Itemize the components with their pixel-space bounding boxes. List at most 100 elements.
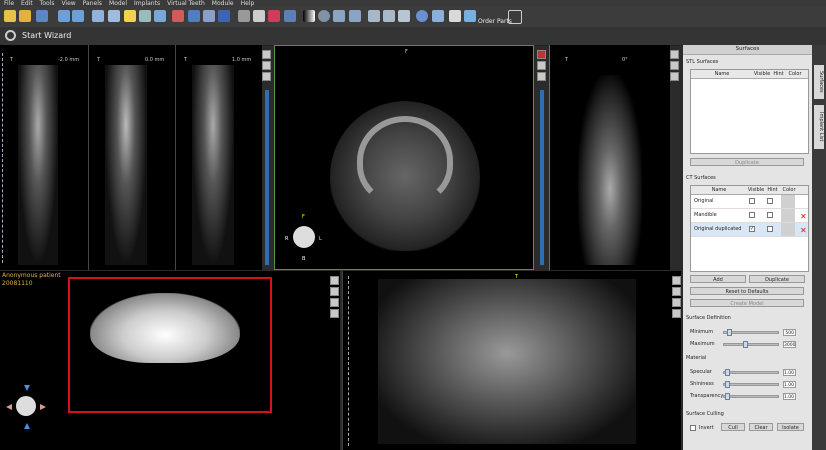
- view-option-button[interactable]: [330, 298, 339, 307]
- view-option-button[interactable]: [537, 72, 546, 81]
- fullscreen-icon[interactable]: [508, 10, 522, 24]
- view-option-button[interactable]: [262, 72, 271, 81]
- transparency-slider[interactable]: [723, 395, 779, 398]
- reset-defaults-button[interactable]: Reset to Defaults: [690, 287, 804, 295]
- isolate-button[interactable]: Isolate: [777, 423, 804, 431]
- visible-checkbox[interactable]: [749, 212, 755, 218]
- measure-angle-icon[interactable]: [368, 10, 380, 22]
- grid-icon[interactable]: [108, 10, 120, 22]
- cross-section-view-2[interactable]: T 0.0 mm: [89, 45, 176, 270]
- new-file-icon[interactable]: [4, 10, 16, 22]
- menu-model[interactable]: Model: [109, 0, 127, 7]
- contrast-icon[interactable]: [303, 10, 315, 22]
- view-option-button[interactable]: [330, 276, 339, 285]
- create-model-button[interactable]: Create Model: [690, 299, 804, 307]
- rotate-icon[interactable]: [318, 10, 330, 22]
- view-option-button[interactable]: [537, 61, 546, 70]
- delete-mandible-icon[interactable]: ✕: [800, 212, 807, 221]
- cross-section-view-1[interactable]: T -2.0 mm: [0, 45, 89, 270]
- cross-section-view-3[interactable]: T 1.0 mm: [176, 45, 262, 270]
- cross-view-scrollbar[interactable]: [265, 90, 269, 265]
- add-button[interactable]: Add: [690, 275, 746, 283]
- view-icon[interactable]: [238, 10, 250, 22]
- menu-edit[interactable]: Edit: [21, 0, 33, 7]
- undo-icon[interactable]: [58, 10, 70, 22]
- view-option-button[interactable]: [672, 298, 681, 307]
- color-swatch[interactable]: [781, 209, 795, 222]
- measure-distance-icon[interactable]: [383, 10, 395, 22]
- implant-icon[interactable]: [284, 10, 296, 22]
- maximum-slider[interactable]: [723, 343, 779, 346]
- transparency-value-field[interactable]: 1.00: [783, 393, 796, 400]
- view-option-button[interactable]: [262, 50, 271, 59]
- notes-icon[interactable]: [124, 10, 136, 22]
- menu-help[interactable]: Help: [241, 0, 255, 7]
- arrow-right-icon[interactable]: [40, 404, 46, 410]
- nerve-n-icon[interactable]: [268, 10, 280, 22]
- specular-slider[interactable]: [723, 371, 779, 374]
- zoom-icon[interactable]: [139, 10, 151, 22]
- specular-slider-thumb[interactable]: [725, 369, 730, 376]
- order-parts-label[interactable]: Order Parts: [478, 18, 512, 25]
- hint-checkbox[interactable]: [767, 212, 773, 218]
- axial-view-scrollbar[interactable]: [540, 90, 544, 265]
- maximum-slider-thumb[interactable]: [743, 341, 748, 348]
- view-option-button[interactable]: [672, 287, 681, 296]
- menu-implants[interactable]: Implants: [134, 0, 160, 7]
- view-option-button[interactable]: [672, 276, 681, 285]
- pan-points-icon[interactable]: [203, 10, 215, 22]
- markers-icon[interactable]: [218, 10, 230, 22]
- shininess-slider[interactable]: [723, 383, 779, 386]
- sky-icon[interactable]: [449, 10, 461, 22]
- duplicate-button[interactable]: Duplicate: [749, 275, 805, 283]
- ct-row-original[interactable]: Original: [691, 195, 808, 209]
- view-option-button[interactable]: [330, 309, 339, 318]
- ct-row-original-duplicated[interactable]: Original duplicated ✓: [691, 223, 808, 237]
- clear-button[interactable]: Clear: [749, 423, 773, 431]
- view-option-button[interactable]: [672, 309, 681, 318]
- view-option-button[interactable]: [537, 50, 546, 59]
- coronal-view[interactable]: T 0°: [549, 45, 670, 270]
- open-folder-icon[interactable]: [19, 10, 31, 22]
- tab-implant-list[interactable]: Implant List: [814, 105, 824, 149]
- power-icon[interactable]: [5, 30, 16, 41]
- transparency-slider-thumb[interactable]: [725, 393, 730, 400]
- axial-view[interactable]: F F R L B: [274, 45, 534, 270]
- layout-icon[interactable]: [92, 10, 104, 22]
- visible-checkbox-checked[interactable]: ✓: [749, 226, 755, 232]
- view-option-button[interactable]: [670, 72, 679, 81]
- nerve-icon[interactable]: [188, 10, 200, 22]
- ct-row-mandible[interactable]: Mandible: [691, 209, 808, 223]
- invert-checkbox[interactable]: [690, 425, 696, 431]
- start-wizard-button[interactable]: Start Wizard: [22, 31, 71, 40]
- menu-virtual-teeth[interactable]: Virtual Teeth: [167, 0, 205, 7]
- color-swatch[interactable]: [781, 223, 795, 236]
- draw-icon[interactable]: [172, 10, 184, 22]
- menu-module[interactable]: Module: [212, 0, 234, 7]
- move-icon[interactable]: [349, 10, 361, 22]
- cull-button[interactable]: Cull: [721, 423, 745, 431]
- menu-view[interactable]: View: [61, 0, 75, 7]
- 3d-view[interactable]: Anonymous patient 20081110: [0, 271, 340, 450]
- minimum-value-field[interactable]: 500: [783, 329, 796, 336]
- head-orientation-icon[interactable]: [16, 396, 36, 416]
- save-icon[interactable]: [36, 10, 48, 22]
- magnify-icon[interactable]: [333, 10, 345, 22]
- arrow-left-icon[interactable]: [6, 404, 12, 410]
- refresh-icon[interactable]: [416, 10, 428, 22]
- menu-tools[interactable]: Tools: [40, 0, 55, 7]
- view-option-button[interactable]: [670, 50, 679, 59]
- stl-duplicate-button[interactable]: Duplicate: [690, 158, 804, 166]
- panoramic-view[interactable]: T: [342, 271, 681, 450]
- cart-icon[interactable]: [464, 10, 476, 22]
- delete-original-duplicated-icon[interactable]: ✕: [800, 226, 807, 235]
- visible-checkbox[interactable]: [749, 198, 755, 204]
- minimum-slider-thumb[interactable]: [727, 329, 732, 336]
- color-swatch[interactable]: [781, 195, 795, 208]
- maximum-value-field[interactable]: 3000: [783, 341, 796, 348]
- view-option-button[interactable]: [262, 61, 271, 70]
- specular-value-field[interactable]: 1.00: [783, 369, 796, 376]
- screenshot-icon[interactable]: [432, 10, 444, 22]
- arrow-down-icon[interactable]: [24, 385, 30, 391]
- view-option-button[interactable]: [330, 287, 339, 296]
